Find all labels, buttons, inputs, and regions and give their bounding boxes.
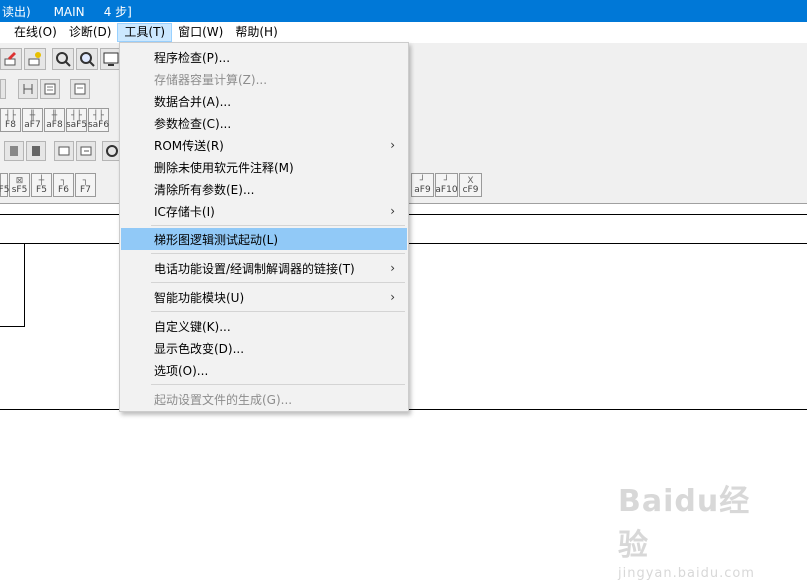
key-af9[interactable]: ┘ aF9: [411, 173, 434, 197]
menu-separator: [151, 384, 405, 385]
window-icon[interactable]: [54, 141, 74, 161]
convert-icon[interactable]: [4, 141, 24, 161]
menu-item-program-check[interactable]: 程序检查(P)...: [121, 46, 407, 68]
toolbar-row-keys-right: ┘ aF9 ┘ aF10 XcF9: [411, 173, 483, 197]
key-f6[interactable]: ┐ F6: [53, 173, 74, 197]
menu-separator: [151, 253, 405, 254]
key-partial[interactable]: F5: [0, 173, 9, 197]
menu-item-phone-modem-link[interactable]: 电话功能设置/经调制解调器的链接(T) ›: [121, 257, 407, 279]
toolbar-row-keys-2: F5 ⊠ sF5 ┼ F5 ┐ F6 ┐ F7: [0, 173, 97, 197]
menu-item-ic-memory-card[interactable]: IC存储卡(I) ›: [121, 200, 407, 222]
menu-item-clear-all-parameters[interactable]: 清除所有参数(E)...: [121, 178, 407, 200]
menu-item-options[interactable]: 选项(O)...: [121, 359, 407, 381]
menu-tools[interactable]: 工具(T): [117, 23, 173, 42]
key-af10[interactable]: ┘ aF10: [435, 173, 458, 197]
window-title: 读出) MAIN 4 步]: [2, 4, 132, 19]
menu-item-parameter-check[interactable]: 参数检查(C)...: [121, 112, 407, 134]
read-plc-icon[interactable]: [24, 48, 46, 70]
menu-item-memory-capacity[interactable]: 存储器容量计算(Z)...: [121, 68, 407, 90]
menu-separator: [151, 282, 405, 283]
key-saf5[interactable]: ┤├ saF5: [66, 108, 87, 132]
menu-bar: 在线(O) 诊断(D) 工具(T) 窗口(W) 帮助(H): [0, 22, 807, 43]
ladder-icon[interactable]: [18, 79, 38, 99]
toolbar-row-function-keys: ┤├ F8 ╫ aF7 ╫ aF8 ┤├ saF5 ┤├ saF6: [0, 108, 110, 132]
menu-help[interactable]: 帮助(H): [229, 23, 283, 42]
key-f5[interactable]: ┼ F5: [31, 173, 52, 197]
tools-dropdown-menu: 程序检查(P)... 存储器容量计算(Z)... 数据合并(A)... 参数检查…: [119, 42, 409, 412]
watermark-logo: Baidu经验: [618, 484, 751, 563]
key-f8[interactable]: ┤├ F8: [0, 108, 21, 132]
zoom-icon[interactable]: [76, 48, 98, 70]
key-f7[interactable]: ┐ F7: [75, 173, 96, 197]
toolbar-edge: [0, 79, 6, 99]
convert-all-icon[interactable]: [26, 141, 46, 161]
baidu-jingyan-watermark: Baidu经验 jingyan.baidu.com: [618, 476, 768, 581]
key-af8[interactable]: ╫ aF8: [44, 108, 65, 132]
menu-separator: [151, 311, 405, 312]
search-icon[interactable]: [52, 48, 74, 70]
title-bar: 读出) MAIN 4 步]: [0, 0, 807, 22]
chevron-right-icon: ›: [390, 204, 395, 218]
list-icon[interactable]: [40, 79, 60, 99]
menu-item-intelligent-module[interactable]: 智能功能模块(U) ›: [121, 286, 407, 308]
chevron-right-icon: ›: [390, 261, 395, 275]
toolbar-row-2: [0, 79, 92, 99]
menu-item-rom-transfer[interactable]: ROM传送(R) ›: [121, 134, 407, 156]
ladder-line: [0, 326, 25, 327]
menu-item-startup-settings-file[interactable]: 起动设置文件的生成(G)...: [121, 388, 407, 410]
toolbar-row-3: [0, 141, 124, 161]
chevron-right-icon: ›: [390, 290, 395, 304]
menu-online[interactable]: 在线(O): [8, 23, 63, 42]
menu-item-data-merge[interactable]: 数据合并(A)...: [121, 90, 407, 112]
menu-item-ladder-logic-test[interactable]: 梯形图逻辑测试起动(L): [121, 228, 407, 250]
chevron-right-icon: ›: [390, 138, 395, 152]
ladder-rail: [24, 243, 25, 327]
toolbar-row-1: [0, 48, 124, 70]
window-move-icon[interactable]: [76, 141, 96, 161]
menu-item-display-color[interactable]: 显示色改变(D)...: [121, 337, 407, 359]
menu-item-delete-unused-comments[interactable]: 删除未使用软元件注释(M): [121, 156, 407, 178]
comment-icon[interactable]: [70, 79, 90, 99]
menu-item-custom-keys[interactable]: 自定义键(K)...: [121, 315, 407, 337]
write-plc-icon[interactable]: [0, 48, 22, 70]
key-sf5[interactable]: ⊠ sF5: [9, 173, 30, 197]
menu-window[interactable]: 窗口(W): [172, 23, 229, 42]
watermark-url: jingyan.baidu.com: [618, 566, 755, 581]
menu-separator: [151, 225, 405, 226]
menu-diagnose[interactable]: 诊断(D): [63, 23, 118, 42]
key-cf9[interactable]: XcF9: [459, 173, 482, 197]
key-saf6[interactable]: ┤├ saF6: [88, 108, 109, 132]
key-af7[interactable]: ╫ aF7: [22, 108, 43, 132]
